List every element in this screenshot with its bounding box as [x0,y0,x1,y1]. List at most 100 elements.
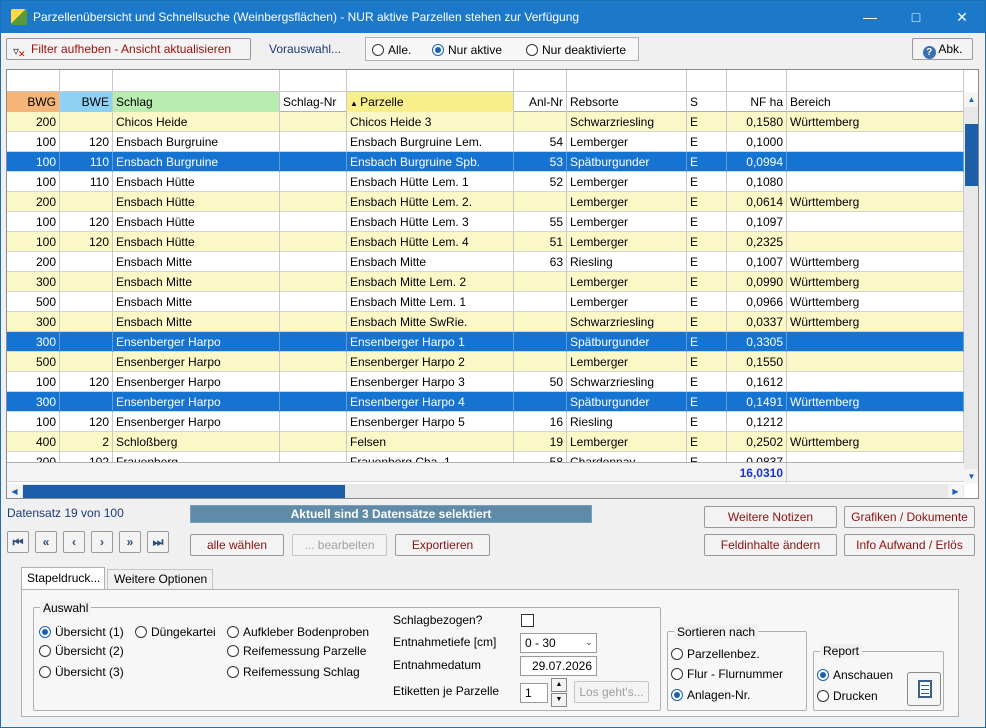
nav-first-button[interactable]: ⏮ [7,531,29,553]
table-row[interactable]: 100 120 Ensbach Hütte Ensbach Hütte Lem. 45… [7,232,964,252]
filter-cell-anlnr[interactable] [514,70,567,92]
radio-duengekartei[interactable]: Düngekartei [135,625,216,639]
radio-reifemessung-schlag[interactable]: Reifemessung Schlag [227,665,360,679]
radio-uebersicht-2[interactable]: Übersicht (2) [39,644,124,658]
scroll-left-icon[interactable]: ◀ [7,484,22,498]
column-header-bereich[interactable]: Bereich [787,92,964,112]
table-row[interactable]: 500 Ensbach Mitte Ensbach Mitte Lem. 1 Lemb… [7,292,964,312]
column-header-schlag[interactable]: Schlag [113,92,280,112]
report-document-icon[interactable] [907,672,941,706]
scroll-up-icon[interactable]: ▲ [964,92,978,107]
nav-prev-button[interactable]: ‹ [63,531,85,553]
column-header-schlagnr[interactable]: Schlag-Nr [280,92,347,112]
column-header-bwg[interactable]: BWG [7,92,60,112]
etiketten-down-icon[interactable]: ▼ [551,693,567,707]
radio-parzellenbez[interactable]: Parzellenbez. [671,647,760,661]
vertical-scrollbar[interactable]: ▲ ▼ [964,92,978,484]
table-row[interactable]: 500 Ensenberger Harpo Ensenberger Harpo 2 L… [7,352,964,372]
radio-anschauen[interactable]: Anschauen [817,668,893,682]
cell-bwg: 300 [7,392,60,412]
radio-uebersicht-1[interactable]: Übersicht (1) [39,625,124,639]
cell-bwg: 500 [7,292,60,312]
radio-drucken[interactable]: Drucken [817,689,878,703]
entnahmetiefe-select[interactable]: 0 - 30 ⌄ [520,633,597,653]
radio-nur-aktive[interactable]: Nur aktive [432,43,502,57]
cell-parzelle: Ensbach Mitte SwRie. [347,312,514,332]
cell-rebsorte: Spätburgunder [567,332,687,352]
filter-cell-schlag[interactable] [113,70,280,92]
nav-last-button[interactable]: ⏭ [147,531,169,553]
cell-bwe [60,272,113,292]
column-header-rebsorte[interactable]: Rebsorte [567,92,687,112]
column-header-nfha[interactable]: NF ha [727,92,787,112]
etiketten-up-icon[interactable]: ▲ [551,678,567,692]
cell-bwe: 120 [60,232,113,252]
filter-cell-rebsorte[interactable] [567,70,687,92]
schlagbezogen-checkbox[interactable] [521,614,534,627]
minimize-icon[interactable]: — [847,1,893,33]
abk-button[interactable]: ? Abk. [912,38,973,60]
info-aufwand-button[interactable]: Info Aufwand / Erlös [844,534,975,556]
entnahmedatum-field[interactable]: 29.07.2026 [520,656,597,676]
column-header-anlnr[interactable]: Anl-Nr [514,92,567,112]
nav-prev-page-button[interactable]: « [35,531,57,553]
horizontal-scroll-thumb[interactable] [23,485,345,498]
scroll-right-icon[interactable]: ▶ [948,484,963,498]
close-icon[interactable]: ✕ [939,1,985,33]
etiketten-field[interactable]: 1 [520,683,548,703]
grafiken-dokumente-button[interactable]: Grafiken / Dokumente [844,506,975,528]
exportieren-button[interactable]: Exportieren [395,534,490,556]
nav-next-button[interactable]: › [91,531,113,553]
weitere-notizen-button[interactable]: Weitere Notizen [704,506,837,528]
radio-aufkleber[interactable]: Aufkleber Bodenproben [227,625,369,639]
cell-bereich: Württemberg [787,272,964,292]
cell-nfha: 0,1097 [727,212,787,232]
alle-waehlen-button[interactable]: alle wählen [190,534,284,556]
nav-next-page-button[interactable]: » [119,531,141,553]
filter-cell-nfha[interactable] [727,70,787,92]
radio-nur-deaktivierte[interactable]: Nur deaktivierte [526,43,626,57]
total-nf-ha: 16,0310 [727,463,787,483]
radio-reifemessung-parzelle[interactable]: Reifemessung Parzelle [227,644,366,658]
column-header-s[interactable]: S [687,92,727,112]
filter-cell-bwg[interactable] [7,70,60,92]
filter-cell-parzelle[interactable] [347,70,514,92]
filter-cell-bwe[interactable] [60,70,113,92]
filter-cell-schlagnr[interactable] [280,70,347,92]
filter-cell-bereich[interactable] [787,70,964,92]
table-row[interactable]: 100 120 Ensenberger Harpo Ensenberger Harpo… [7,412,964,432]
table-row[interactable]: 200 Ensbach Hütte Ensbach Hütte Lem. 2. Lem… [7,192,964,212]
radio-alle[interactable]: Alle. [372,43,411,57]
column-header-bwe[interactable]: BWE [60,92,113,112]
horizontal-scrollbar[interactable]: ◀ ▶ [7,484,964,498]
table-row[interactable]: 100 110 Ensbach Hütte Ensbach Hütte Lem. 15… [7,172,964,192]
table-row[interactable]: 200 Ensbach Mitte Ensbach Mitte 63 Riesling E… [7,252,964,272]
table-row[interactable]: 300 Ensenberger Harpo Ensenberger Harpo 4 S… [7,392,964,412]
feldinhalte-aendern-button[interactable]: Feldinhalte ändern [704,534,837,556]
tab-weitere-optionen[interactable]: Weitere Optionen [107,569,213,589]
radio-flur[interactable]: Flur - Flurnummer [671,667,783,681]
maximize-icon[interactable]: □ [893,1,939,33]
los-gehts-button[interactable]: Los geht's... [574,681,649,703]
table-row[interactable]: 100 120 Ensbach Hütte Ensbach Hütte Lem. 35… [7,212,964,232]
scroll-down-icon[interactable]: ▼ [964,469,978,484]
filter-reset-button[interactable]: ▿ ✕ Filter aufheben - Ansicht aktualisie… [6,38,251,60]
vertical-scroll-thumb[interactable] [965,124,978,186]
table-row[interactable]: 100 110 Ensbach Burgruine Ensbach Burgruine… [7,152,964,172]
cell-s: E [687,172,727,192]
table-row[interactable]: 400 2 Schloßberg Felsen 19 Lemberger E 0,2502 Wü… [7,432,964,452]
bearbeiten-button[interactable]: ... bearbeiten [292,534,387,556]
filter-cell-s[interactable] [687,70,727,92]
radio-uebersicht-3[interactable]: Übersicht (3) [39,665,124,679]
tab-stapeldruck[interactable]: Stapeldruck... [21,567,105,589]
table-row[interactable]: 300 Ensbach Mitte Ensbach Mitte Lem. 2 Lemb… [7,272,964,292]
cell-anlnr [514,312,567,332]
cell-rebsorte: Lemberger [567,352,687,372]
radio-anlagen-nr[interactable]: Anlagen-Nr. [671,688,750,702]
table-row[interactable]: 300 Ensbach Mitte Ensbach Mitte SwRie. Schw… [7,312,964,332]
table-row[interactable]: 200 Chicos Heide Chicos Heide 3 Schwarzries… [7,112,964,132]
table-row[interactable]: 100 120 Ensenberger Harpo Ensenberger Harpo… [7,372,964,392]
table-row[interactable]: 300 Ensenberger Harpo Ensenberger Harpo 1 S… [7,332,964,352]
column-header-parzelle[interactable]: ▲ Parzelle [347,92,514,112]
table-row[interactable]: 100 120 Ensbach Burgruine Ensbach Burgruine… [7,132,964,152]
